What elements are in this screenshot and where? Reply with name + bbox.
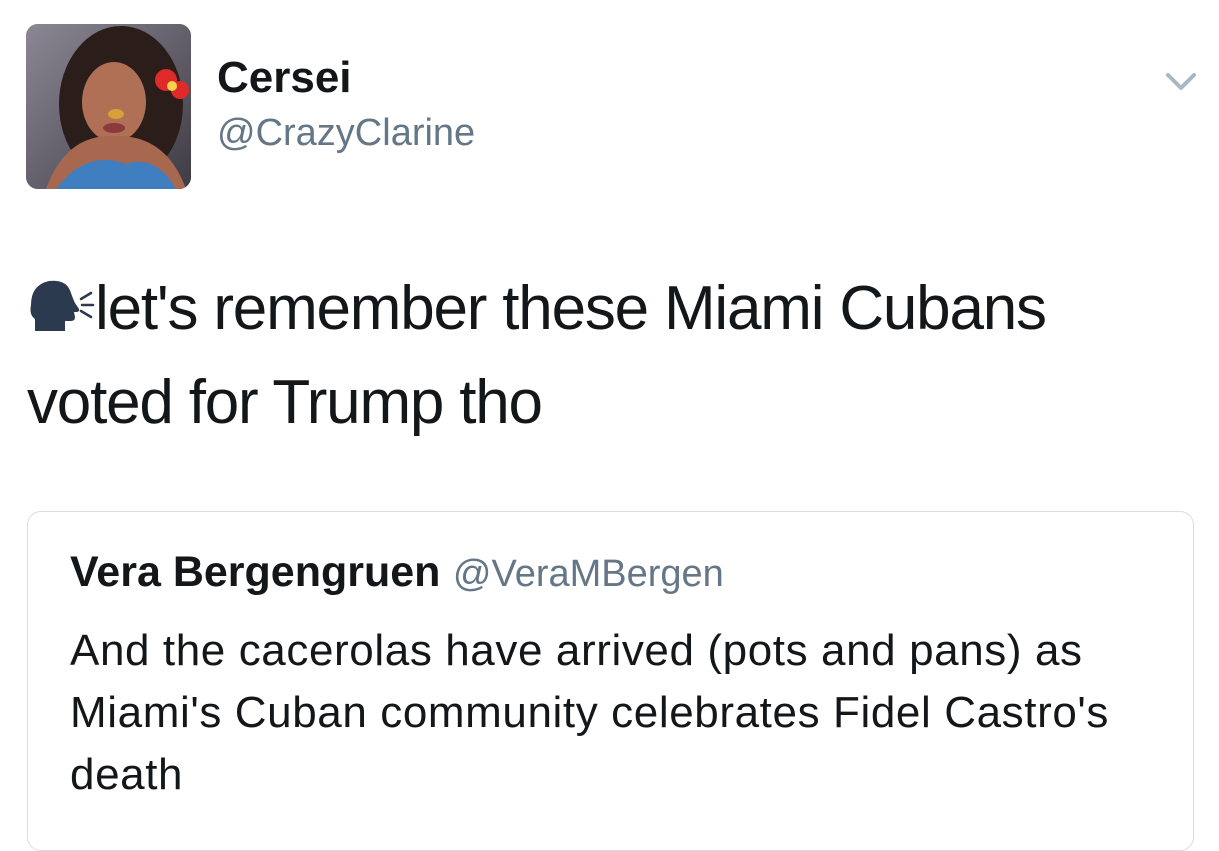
chevron-down-icon[interactable] [1162, 66, 1200, 96]
quoted-author-name: Vera Bergengruen [70, 548, 441, 596]
quoted-author-handle: @VeraMBergen [452, 553, 724, 595]
author-handle[interactable]: @CrazyClarine [217, 110, 475, 156]
author-display-name[interactable]: Cersei [217, 52, 352, 104]
speaking-head-icon [27, 268, 95, 331]
tweet-body: let's remember these Miami Cubans voted … [27, 274, 1047, 437]
author-avatar[interactable] [26, 24, 191, 189]
quoted-tweet-card[interactable]: Vera Bergengruen @VeraMBergen And the ca… [27, 511, 1194, 851]
avatar-image [26, 24, 191, 189]
quoted-tweet-text: And the cacerolas have arrived (pots and… [70, 626, 1109, 799]
tweet-text: let's remember these Miami Cubans voted … [27, 262, 1197, 450]
quoted-tweet-header: Vera Bergengruen @VeraMBergen [70, 546, 724, 608]
